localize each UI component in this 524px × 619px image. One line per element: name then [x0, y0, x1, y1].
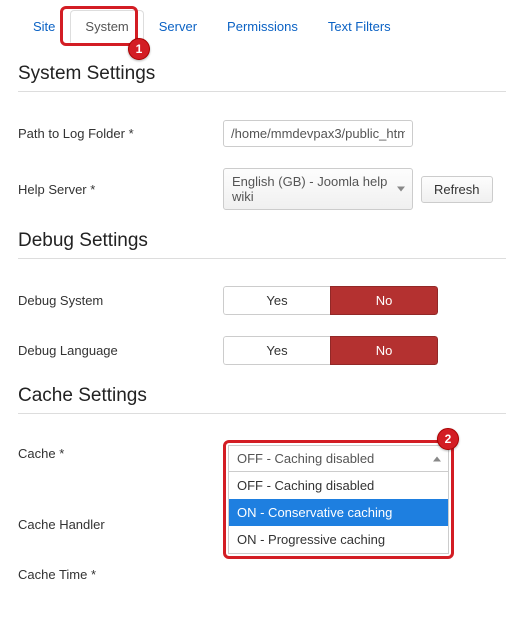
config-tabs: Site System Server Permissions Text Filt…	[18, 10, 506, 43]
cache-option-progressive[interactable]: ON - Progressive caching	[229, 526, 448, 553]
toggle-debug-system-yes[interactable]: Yes	[223, 286, 330, 315]
annotation-badge-1: 1	[128, 38, 150, 60]
select-cache-value: OFF - Caching disabled	[237, 451, 374, 466]
select-help-server-value: English (GB) - Joomla help wiki	[232, 174, 387, 204]
select-cache[interactable]: OFF - Caching disabled	[228, 445, 449, 472]
label-cache-handler: Cache Handler	[18, 517, 223, 532]
tab-site[interactable]: Site	[18, 10, 70, 43]
label-help-server: Help Server *	[18, 182, 223, 197]
section-system-settings: System Settings	[18, 63, 506, 92]
cache-option-conservative[interactable]: ON - Conservative caching	[229, 499, 448, 526]
select-help-server[interactable]: English (GB) - Joomla help wiki	[223, 168, 413, 210]
chevron-down-icon	[397, 187, 405, 192]
tab-server[interactable]: Server	[144, 10, 212, 43]
tab-system[interactable]: System	[70, 10, 143, 43]
row-log-path: Path to Log Folder *	[18, 118, 506, 148]
toggle-debug-language-no[interactable]: No	[330, 336, 438, 365]
toggle-debug-language: Yes No	[223, 336, 438, 365]
label-cache-time: Cache Time *	[18, 567, 223, 582]
select-cache-options: OFF - Caching disabled ON - Conservative…	[228, 472, 449, 554]
toggle-debug-language-yes[interactable]: Yes	[223, 336, 330, 365]
section-cache-settings: Cache Settings	[18, 385, 506, 414]
cache-option-off[interactable]: OFF - Caching disabled	[229, 472, 448, 499]
section-debug-settings: Debug Settings	[18, 230, 506, 259]
refresh-button[interactable]: Refresh	[421, 176, 493, 203]
row-cache-time: Cache Time *	[18, 559, 506, 589]
row-cache: Cache * OFF - Caching disabled OFF - Cac…	[18, 440, 506, 559]
label-debug-system: Debug System	[18, 293, 223, 308]
row-debug-language: Debug Language Yes No	[18, 335, 506, 365]
toggle-debug-system: Yes No	[223, 286, 438, 315]
tab-text-filters[interactable]: Text Filters	[313, 10, 406, 43]
label-debug-language: Debug Language	[18, 343, 223, 358]
annotation-box-cache: OFF - Caching disabled OFF - Caching dis…	[223, 440, 454, 559]
row-debug-system: Debug System Yes No	[18, 285, 506, 315]
label-log-path: Path to Log Folder *	[18, 126, 223, 141]
annotation-badge-2: 2	[437, 428, 459, 450]
chevron-up-icon	[433, 456, 441, 461]
row-help-server: Help Server * English (GB) - Joomla help…	[18, 168, 506, 210]
label-cache: Cache *	[18, 440, 223, 461]
tab-permissions[interactable]: Permissions	[212, 10, 313, 43]
input-log-path[interactable]	[223, 120, 413, 147]
toggle-debug-system-no[interactable]: No	[330, 286, 438, 315]
